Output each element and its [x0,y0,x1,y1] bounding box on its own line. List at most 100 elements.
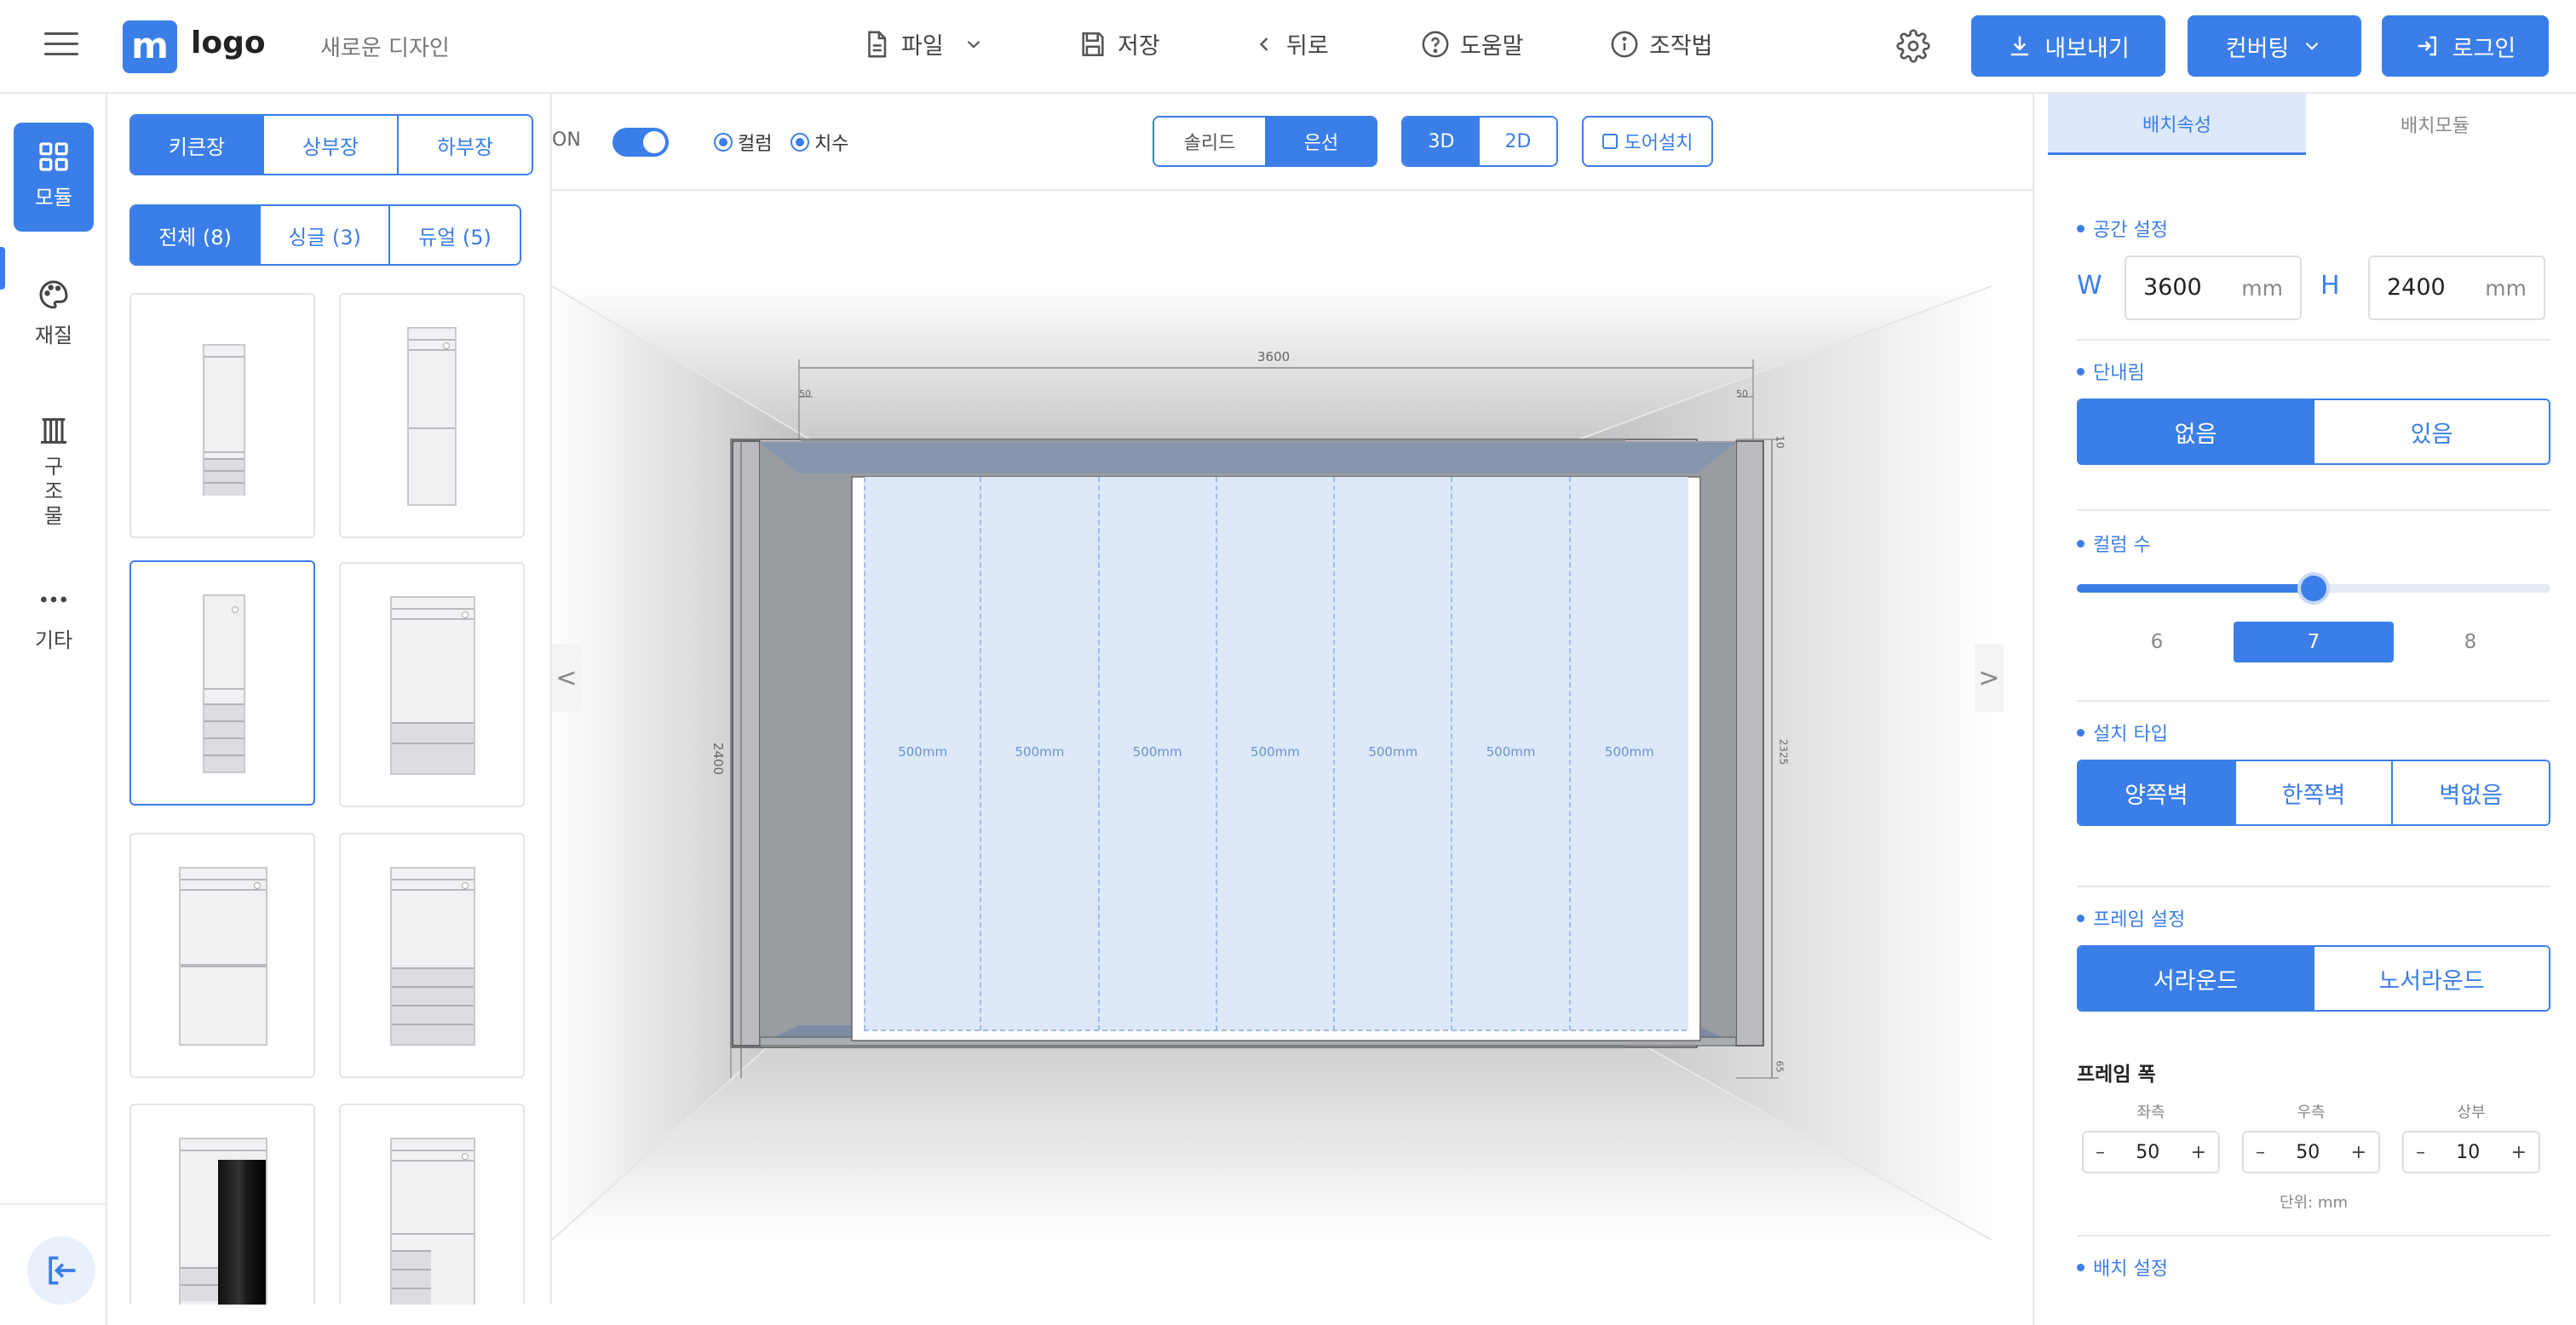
column-width-label: 500mm [1132,744,1182,760]
tab-placement-properties[interactable]: 배치속성 [2048,94,2306,155]
view-2d-button[interactable]: 2D [1480,118,1556,165]
tab-upper-cabinet[interactable]: 상부장 [264,116,399,174]
install-one-wall-button[interactable]: 한쪽벽 [2235,761,2394,824]
tab-filter-all[interactable]: 전체 (8) [131,206,261,264]
exit-button[interactable] [27,1236,95,1305]
frame-no-surround-button[interactable]: 노서라운드 [2314,947,2549,1010]
help-button[interactable]: 도움말 [1421,27,1524,60]
column-width-label: 500mm [898,744,948,760]
install-no-wall-button[interactable]: 벽없음 [2393,761,2549,824]
back-button[interactable]: 뒤로 [1252,27,1329,60]
module-card[interactable] [129,293,315,538]
frame-width-left-value[interactable]: 50 [2136,1142,2159,1163]
tab-lower-cabinet[interactable]: 하부장 [399,116,532,174]
width-label: W [2077,271,2102,301]
next-arrow-button[interactable]: > [1975,644,2004,712]
frame-width-right-value[interactable]: 50 [2296,1142,2320,1163]
width-unit: mm [2241,276,2283,301]
height-value: 2400 [2387,274,2446,301]
module-card[interactable] [129,833,315,1078]
radio-dimension[interactable]: 치수 [791,129,848,156]
rail-active-marker [0,247,5,290]
frame-surround-button[interactable]: 서라운드 [2079,947,2314,1010]
slider-fill [2077,584,2314,593]
cabinet-thumbnail [203,594,245,773]
column-count-slider[interactable] [2077,572,2550,605]
module-card[interactable] [339,293,525,538]
install-both-walls-button[interactable]: 양쪽벽 [2079,761,2236,824]
tab-filter-single[interactable]: 싱글 (3) [261,206,390,264]
column-slot[interactable]: 500mm [864,477,982,1030]
controls-guide-button[interactable]: 조작법 [1610,27,1713,60]
dimension-total-height: 2400 [710,742,727,776]
prev-arrow-button[interactable]: < [552,644,581,712]
column-slot[interactable]: 500mm [1452,477,1571,1030]
rail-item-more[interactable]: 기타 [14,582,94,653]
logo-mark: m [123,20,177,73]
module-card[interactable] [339,562,525,807]
install-door-button[interactable]: 도어설치 [1582,116,1713,167]
export-button[interactable]: 내보내기 [1971,15,2165,77]
frame-width-top-value[interactable]: 10 [2456,1142,2480,1163]
increment-button[interactable]: + [2511,1142,2527,1163]
column-slot[interactable]: 500mm [981,477,1100,1030]
dimension-total-width: 3600 [1257,349,1291,364]
decrement-button[interactable]: – [2256,1142,2265,1163]
tab-tall-cabinet[interactable]: 키큰장 [131,116,264,174]
width-input[interactable]: 3600 mm [2125,255,2302,320]
login-button[interactable]: 로그인 [2382,15,2549,77]
column-slot[interactable]: 500mm [1100,477,1217,1030]
section-divider [2077,700,2550,702]
palette-icon [39,280,68,309]
height-unit: mm [2485,276,2527,301]
tab-filter-dual[interactable]: 듀얼 (5) [390,206,520,264]
file-menu-label: 파일 [901,33,944,60]
column-tick-6[interactable]: 6 [2077,622,2237,662]
column-width-label: 500mm [1486,744,1536,760]
slider-thumb[interactable] [2297,572,2330,605]
rail-item-structures[interactable]: 구조물 [14,414,94,528]
render-hidden-line-button[interactable]: 은선 [1267,118,1376,165]
column-slot[interactable]: 500mm [1217,477,1336,1030]
decrement-button[interactable]: – [2416,1142,2425,1163]
document-title[interactable]: 새로운 디자인 [320,31,450,62]
frame-settings-title: 프레임 설정 [2077,904,2185,932]
column-tick-7[interactable]: 7 [2234,622,2394,662]
frame-width-top-stepper: – 10 + [2402,1131,2540,1173]
height-input[interactable]: 2400 mm [2368,255,2545,320]
frame-settings-toggle: 서라운드 노서라운드 [2077,945,2550,1012]
convert-dropdown[interactable]: 컨버팅 [2188,15,2361,77]
radio-column[interactable]: 컬럼 [714,129,772,156]
gear-icon[interactable] [1896,29,1930,63]
save-button[interactable]: 저장 [1078,27,1160,60]
view-3d-button[interactable]: 3D [1403,118,1480,165]
help-icon [1422,31,1449,57]
module-panel: 키큰장 상부장 하부장 전체 (8) 싱글 (3) 듀얼 (5) [109,94,552,1305]
step-down-none-button[interactable]: 없음 [2079,400,2314,463]
rail-item-modules[interactable]: 모듈 [14,123,94,232]
frame-width-right-stepper: – 50 + [2242,1131,2380,1173]
decrement-button[interactable]: – [2096,1142,2105,1163]
frame-width-left-label: 좌측 [2136,1104,2165,1121]
rail-item-materials[interactable]: 재질 [14,278,94,348]
tab-placement-modules[interactable]: 배치모듈 [2306,94,2564,155]
module-card-selected[interactable] [129,560,315,806]
column-width-label: 500mm [1604,744,1654,760]
module-card[interactable] [339,833,525,1078]
file-menu[interactable]: 파일 [862,27,985,60]
chevron-down-icon [2305,42,2319,50]
increment-button[interactable]: + [2191,1142,2206,1163]
cabinet-thumbnail [179,1138,267,1305]
hamburger-menu-icon[interactable] [44,32,78,60]
column-tick-8[interactable]: 8 [2390,622,2550,662]
step-down-yes-button[interactable]: 있음 [2314,400,2549,463]
column-slot[interactable]: 500mm [1571,477,1688,1030]
display-toggle[interactable] [612,128,669,157]
render-solid-button[interactable]: 솔리드 [1154,118,1267,165]
design-viewport[interactable]: 500mm 500mm 500mm 500mm 500mm 500mm 500mm 3600… [552,192,2033,1325]
module-card[interactable] [129,1104,315,1305]
column-width-label: 500mm [1015,744,1065,760]
column-slot[interactable]: 500mm [1335,477,1453,1030]
increment-button[interactable]: + [2351,1142,2366,1163]
module-card[interactable] [339,1104,525,1305]
